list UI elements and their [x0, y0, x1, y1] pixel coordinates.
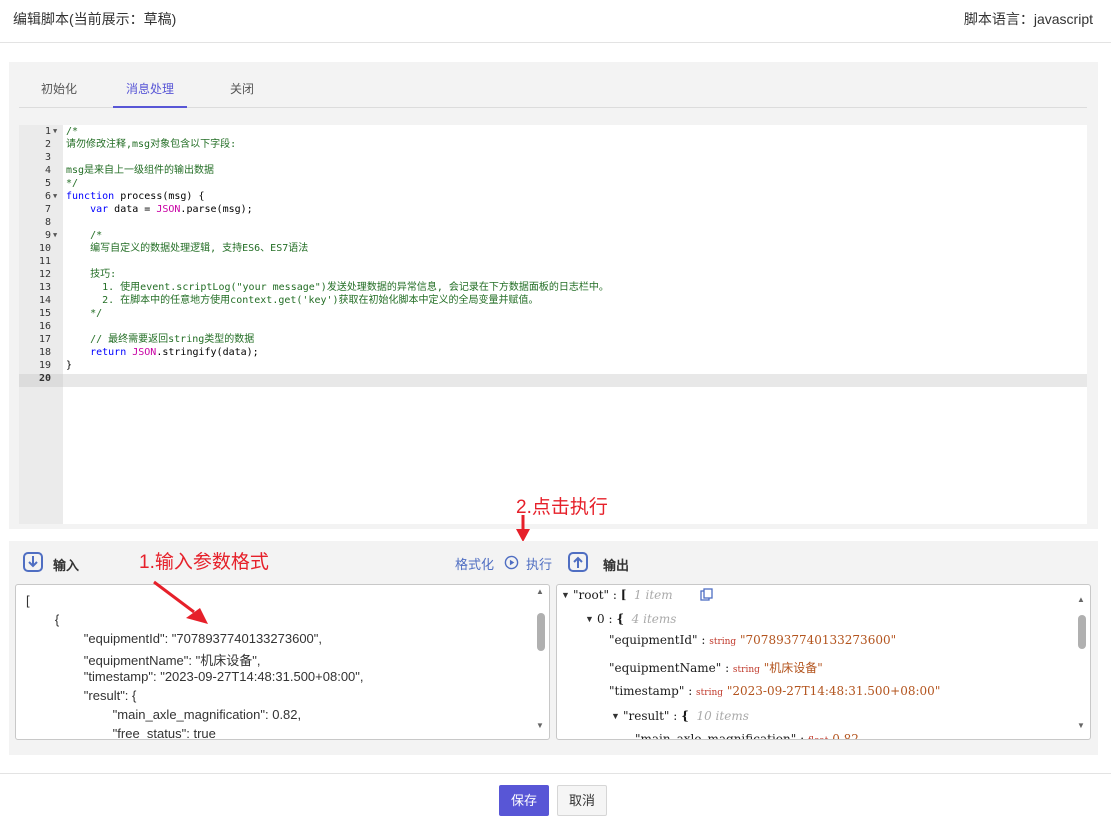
- copy-icon[interactable]: [700, 588, 713, 601]
- line-number: 14: [38, 295, 51, 306]
- line-number: 4: [44, 165, 51, 176]
- line-number: 10: [38, 243, 51, 254]
- editor-panel: 初始化 消息处理 关闭 1 2 3 4 5 6 7 8 9 10 11 12 13 14 15 16 17 18 1…: [9, 62, 1098, 529]
- execute-link[interactable]: 执行: [526, 554, 552, 573]
- code-line: */: [66, 308, 103, 319]
- scroll-up-icon[interactable]: ▲: [536, 587, 544, 596]
- input-line: "equipmentName": "机床设备",: [26, 653, 261, 668]
- code-line: */: [66, 178, 79, 189]
- code-line: 2. 在脚本中的任意地方使用context.get('key')获取在初始化脚本…: [66, 295, 539, 306]
- input-line: {: [26, 612, 60, 627]
- line-number: 1: [44, 126, 51, 137]
- json-root-line: "root" : [ 1 item: [573, 588, 673, 602]
- output-label: 输出: [603, 558, 630, 573]
- cancel-button[interactable]: 取消: [557, 785, 607, 816]
- json-item-line: 0 : { 4 items: [597, 612, 677, 626]
- tab-message-processing[interactable]: 消息处理: [113, 70, 187, 108]
- line-number: 15: [38, 308, 51, 319]
- output-json-viewer: ▼ "root" : [ 1 item ▼ 0 : { 4 items "equ…: [556, 584, 1091, 740]
- arrow-diagonal-icon: [153, 580, 208, 624]
- json-field-line: "equipmentId" : string "7078937740133273…: [609, 633, 897, 647]
- line-number: 2: [44, 139, 51, 150]
- code-line: 编写自定义的数据处理逻辑, 支持ES6、ES7语法: [66, 243, 309, 254]
- line-number: 8: [44, 217, 51, 228]
- line-number: 11: [38, 256, 51, 267]
- arrow-down-icon: [516, 515, 530, 542]
- save-button[interactable]: 保存: [499, 785, 549, 816]
- json-result-line: "result" : { 10 items: [623, 709, 749, 723]
- code-line: function process(msg) {: [66, 191, 205, 202]
- format-link[interactable]: 格式化: [455, 554, 494, 573]
- output-scrollbar[interactable]: ▲ ▼: [1076, 587, 1088, 737]
- scroll-down-icon[interactable]: ▼: [536, 721, 544, 730]
- annotation-step-1: 1.输入参数格式: [139, 552, 269, 573]
- input-line: [: [26, 593, 30, 608]
- input-line: "equipmentId": "7078937740133273600",: [26, 631, 323, 646]
- code-line: }: [66, 360, 73, 371]
- footer-bar: 保存 取消: [0, 773, 1111, 821]
- input-textarea[interactable]: [ { "equipmentId": "7078937740133273600"…: [15, 584, 550, 740]
- play-icon[interactable]: [504, 555, 519, 570]
- input-line: "result": {: [26, 688, 137, 703]
- line-number: 17: [38, 334, 51, 345]
- script-language: 脚本语言：javascript: [963, 11, 1093, 27]
- tab-close[interactable]: 关闭: [217, 70, 267, 108]
- code-editor[interactable]: 1 2 3 4 5 6 7 8 9 10 11 12 13 14 15 16 17 18 19 20 ▼ ▼ ▼ /*…: [19, 125, 1087, 524]
- fold-arrow-icon[interactable]: ▼: [53, 229, 57, 242]
- input-line: "timestamp": "2023-09-27T14:48:31.500+08…: [26, 669, 364, 684]
- top-bar: 编辑脚本(当前展示：草稿) 脚本语言：javascript: [0, 0, 1111, 43]
- line-number: 3: [44, 152, 51, 163]
- scroll-up-icon[interactable]: ▲: [1077, 595, 1085, 604]
- line-number: 19: [38, 360, 51, 371]
- input-icon: [23, 552, 43, 572]
- line-number: 20: [38, 373, 51, 384]
- scroll-thumb[interactable]: [537, 613, 545, 651]
- input-line: "main_axle_magnification": 0.82,: [26, 707, 302, 722]
- scroll-down-icon[interactable]: ▼: [1077, 721, 1085, 730]
- tab-bar: 初始化 消息处理 关闭: [19, 70, 1087, 108]
- fold-arrow-icon[interactable]: ▼: [53, 125, 57, 138]
- scroll-thumb[interactable]: [1078, 615, 1086, 649]
- line-number: 12: [38, 269, 51, 280]
- input-label: 输入: [53, 558, 80, 573]
- output-icon: [568, 552, 588, 572]
- line-number: 6: [44, 191, 51, 202]
- collapse-arrow-icon[interactable]: ▼: [611, 711, 620, 721]
- json-field-line: "timestamp" : string "2023-09-27T14:48:3…: [609, 684, 941, 698]
- page-title: 编辑脚本(当前展示：草稿): [13, 11, 177, 27]
- code-line: // 最终需要返回string类型的数据: [66, 334, 255, 345]
- code-line: 技巧:: [66, 269, 117, 280]
- line-number: 9: [44, 230, 51, 241]
- code-line: 请勿修改注释,msg对象包含以下字段:: [66, 139, 237, 150]
- line-number: 16: [38, 321, 51, 332]
- active-line-highlight: [63, 374, 1087, 387]
- line-number: 5: [44, 178, 51, 189]
- code-line: 1. 使用event.scriptLog("your message")发送处理…: [66, 282, 609, 293]
- collapse-arrow-icon[interactable]: ▼: [585, 614, 594, 624]
- json-field-line: "main_axle_magnification" : float 0.82: [635, 732, 859, 740]
- code-line: msg是来自上一级组件的输出数据: [66, 165, 215, 176]
- input-scrollbar[interactable]: ▲ ▼: [535, 587, 547, 737]
- line-number: 7: [44, 204, 51, 215]
- input-line: "free_status": true: [26, 726, 216, 740]
- code-line: return JSON.stringify(data);: [90, 347, 259, 358]
- json-field-line: "equipmentName" : string "机床设备": [609, 661, 823, 675]
- line-number: 18: [38, 347, 51, 358]
- code-line: /*: [66, 126, 79, 137]
- code-line: var data = JSON.parse(msg);: [90, 204, 253, 215]
- fold-arrow-icon[interactable]: ▼: [53, 190, 57, 203]
- tab-init[interactable]: 初始化: [31, 70, 87, 108]
- code-line: /*: [66, 230, 103, 241]
- collapse-arrow-icon[interactable]: ▼: [561, 590, 570, 600]
- line-number: 13: [38, 282, 51, 293]
